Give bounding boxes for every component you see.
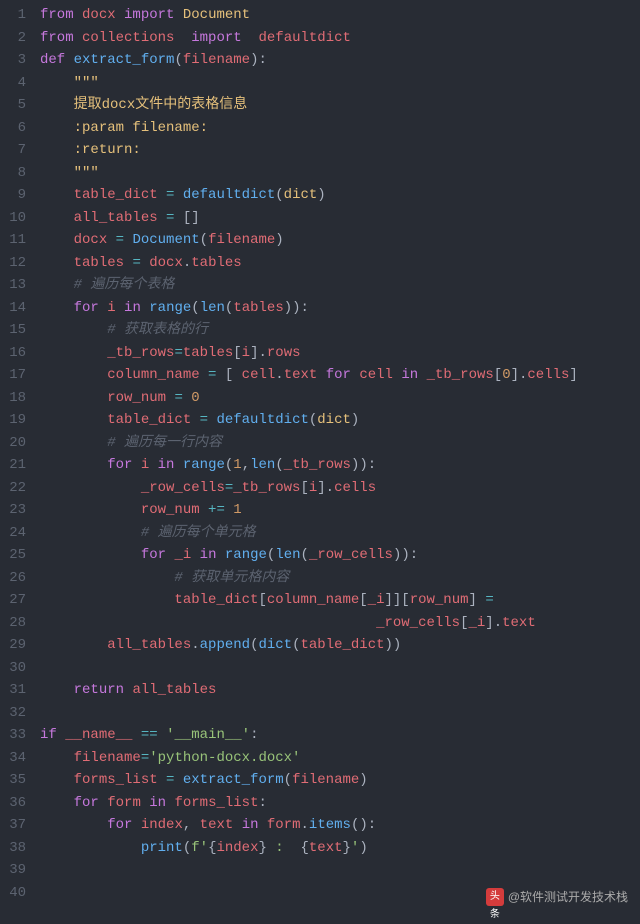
line-number: 20 [0,432,26,455]
code-line: row_num += 1 [40,499,640,522]
line-number: 36 [0,792,26,815]
line-number: 5 [0,94,26,117]
code-line: # 遍历每一行内容 [40,432,640,455]
line-number: 29 [0,634,26,657]
line-number: 12 [0,252,26,275]
code-line [40,702,640,725]
line-number: 8 [0,162,26,185]
code-line: """ [40,162,640,185]
line-number: 2 [0,27,26,50]
line-number: 4 [0,72,26,95]
code-area: from docx import Documentfrom collection… [40,4,640,904]
line-number: 30 [0,657,26,680]
line-number: 9 [0,184,26,207]
code-line: row_num = 0 [40,387,640,410]
line-number: 39 [0,859,26,882]
line-number: 35 [0,769,26,792]
code-line: for form in forms_list: [40,792,640,815]
code-line: return all_tables [40,679,640,702]
code-line: print(f'{index} : {text}') [40,837,640,860]
line-number: 16 [0,342,26,365]
line-number: 10 [0,207,26,230]
line-number: 25 [0,544,26,567]
code-line: # 遍历每个表格 [40,274,640,297]
line-number: 26 [0,567,26,590]
code-line: tables = docx.tables [40,252,640,275]
code-line: # 获取表格的行 [40,319,640,342]
line-number: 22 [0,477,26,500]
line-number: 27 [0,589,26,612]
code-line: _row_cells=_tb_rows[i].cells [40,477,640,500]
code-line: if __name__ == '__main__': [40,724,640,747]
line-number: 13 [0,274,26,297]
watermark: 头条 @软件测试开发技术栈 [486,886,628,909]
line-number-gutter: 1234567891011121314151617181920212223242… [0,4,40,904]
code-line: all_tables = [] [40,207,640,230]
code-line: def extract_form(filename): [40,49,640,72]
code-line: :return: [40,139,640,162]
line-number: 1 [0,4,26,27]
line-number: 31 [0,679,26,702]
code-line: filename='python-docx.docx' [40,747,640,770]
line-number: 14 [0,297,26,320]
code-line [40,657,640,680]
line-number: 38 [0,837,26,860]
line-number: 11 [0,229,26,252]
code-line [40,859,640,882]
line-number: 21 [0,454,26,477]
code-line: docx = Document(filename) [40,229,640,252]
line-number: 17 [0,364,26,387]
code-line: table_dict = defaultdict(dict) [40,409,640,432]
code-line: for _i in range(len(_row_cells)): [40,544,640,567]
line-number: 7 [0,139,26,162]
code-editor: 1234567891011121314151617181920212223242… [0,0,640,904]
code-line: # 遍历每个单元格 [40,522,640,545]
line-number: 3 [0,49,26,72]
line-number: 40 [0,882,26,905]
code-line: table_dict[column_name[_i]][row_num] = [40,589,640,612]
code-line: table_dict = defaultdict(dict) [40,184,640,207]
code-line: from docx import Document [40,4,640,27]
line-number: 6 [0,117,26,140]
code-line: from collections import defaultdict [40,27,640,50]
line-number: 24 [0,522,26,545]
line-number: 32 [0,702,26,725]
code-line: forms_list = extract_form(filename) [40,769,640,792]
line-number: 23 [0,499,26,522]
line-number: 33 [0,724,26,747]
line-number: 37 [0,814,26,837]
line-number: 15 [0,319,26,342]
code-line: for i in range(len(tables)): [40,297,640,320]
line-number: 18 [0,387,26,410]
line-number: 19 [0,409,26,432]
code-line: column_name = [ cell.text for cell in _t… [40,364,640,387]
line-number: 28 [0,612,26,635]
code-line: """ [40,72,640,95]
code-line: for index, text in form.items(): [40,814,640,837]
code-line: _row_cells[_i].text [40,612,640,635]
code-line: _tb_rows=tables[i].rows [40,342,640,365]
code-line: # 获取单元格内容 [40,567,640,590]
code-line: all_tables.append(dict(table_dict)) [40,634,640,657]
watermark-logo: 头条 [486,888,504,906]
code-line: for i in range(1,len(_tb_rows)): [40,454,640,477]
watermark-handle: @软件测试开发技术栈 [508,886,628,909]
code-line: :param filename: [40,117,640,140]
code-line: 提取docx文件中的表格信息 [40,94,640,117]
line-number: 34 [0,747,26,770]
